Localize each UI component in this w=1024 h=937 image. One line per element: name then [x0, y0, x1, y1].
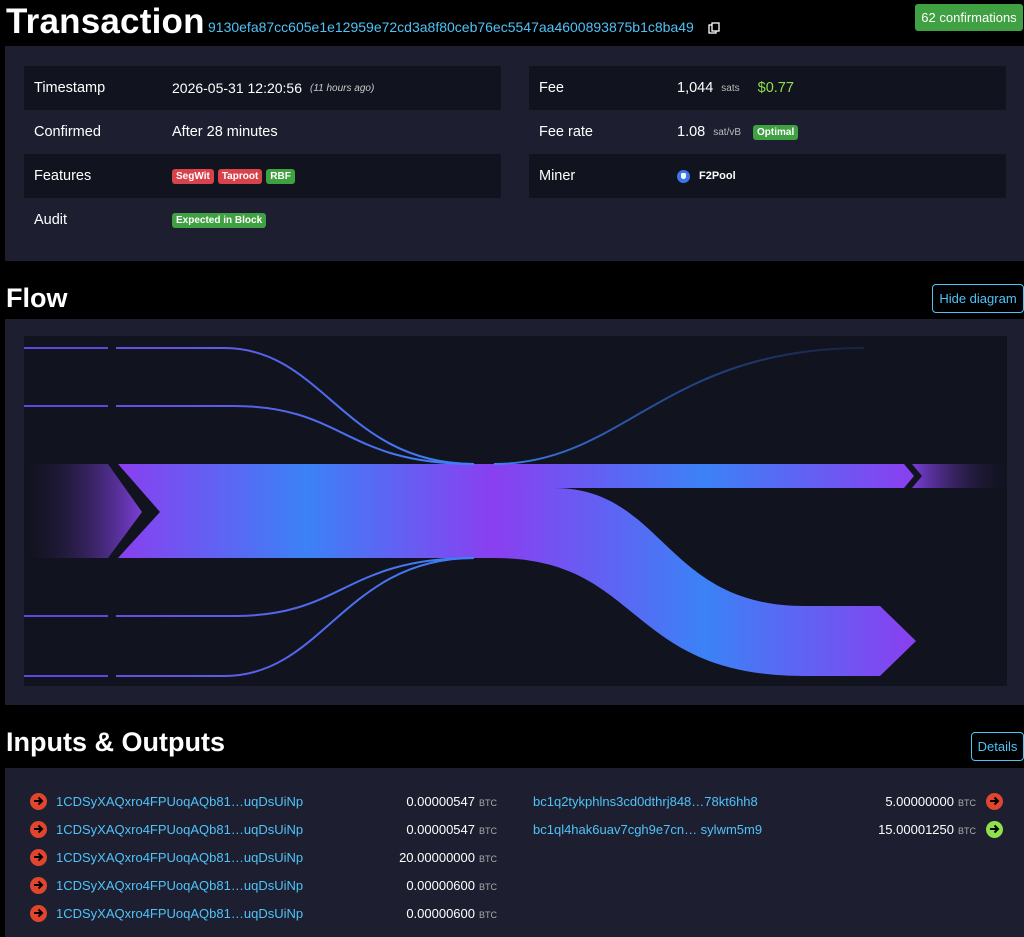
audit-row: Audit Expected in Block: [24, 198, 501, 242]
input-address[interactable]: 1CDSyXAQxro4FPUoqAQb81…uqDsUiNp: [56, 878, 303, 893]
fee-rate-row: Fee rate 1.08 sat/vB Optimal: [529, 110, 1006, 154]
feature-rbf-tag[interactable]: RBF: [266, 168, 295, 184]
spent-arrow-icon[interactable]: [30, 792, 47, 810]
output-address[interactable]: bc1ql4hak6uav7cgh9e7cn… sylwm5m9: [533, 822, 762, 837]
features-row: Features SegWit Taproot RBF: [24, 154, 501, 198]
spent-arrow-icon[interactable]: [30, 848, 47, 866]
fee-label: Fee: [539, 80, 564, 96]
timestamp-row: Timestamp 2026-05-31 12:20:56 (11 hours …: [24, 66, 501, 110]
input-amount: 0.00000547: [406, 793, 475, 809]
f2pool-icon: [677, 169, 690, 183]
fee-value: 1,044: [677, 80, 714, 96]
input-address[interactable]: 1CDSyXAQxro4FPUoqAQb81…uqDsUiNp: [56, 794, 303, 809]
spent-arrow-icon[interactable]: [30, 820, 47, 838]
inputs-outputs-title: Inputs & Outputs: [6, 727, 225, 757]
input-amount: 0.00000600: [406, 905, 475, 921]
audit-label: Audit: [34, 212, 68, 228]
input-address[interactable]: 1CDSyXAQxro4FPUoqAQb81…uqDsUiNp: [56, 822, 303, 837]
feature-segwit-tag[interactable]: SegWit: [172, 168, 214, 184]
fee-rate-value: 1.08: [677, 124, 706, 140]
inputs-outputs-panel: 1CDSyXAQxro4FPUoqAQb81…uqDsUiNp 0.000005…: [5, 768, 1024, 937]
flow-input-large-band[interactable]: [118, 464, 494, 558]
flow-output-1-stub[interactable]: [912, 464, 1007, 488]
input-address[interactable]: 1CDSyXAQxro4FPUoqAQb81…uqDsUiNp: [56, 850, 303, 865]
input-amount: 20.00000000: [399, 849, 475, 865]
audit-badge[interactable]: Expected in Block: [172, 212, 267, 228]
confirmed-row: Confirmed After 28 minutes: [24, 110, 501, 154]
flow-output-1-band[interactable]: [494, 464, 914, 488]
btc-unit: BTC: [479, 853, 497, 864]
btc-unit: BTC: [479, 909, 497, 920]
details-button[interactable]: Details: [971, 732, 1024, 761]
input-amount: 0.00000600: [406, 877, 475, 893]
spent-arrow-icon[interactable]: [986, 792, 1003, 810]
miner-value[interactable]: F2Pool: [699, 170, 736, 182]
confirmed-value: After 28 minutes: [172, 124, 278, 140]
miner-row: Miner F2Pool: [529, 154, 1006, 198]
output-amount: 5.00000000: [885, 793, 954, 809]
btc-unit: BTC: [958, 797, 976, 808]
btc-unit: BTC: [479, 797, 497, 808]
input-row: 1CDSyXAQxro4FPUoqAQb81…uqDsUiNp 0.000006…: [5, 875, 505, 895]
fee-rate-badge: Optimal: [753, 124, 799, 140]
timestamp-value: 2026-05-31 12:20:56: [172, 80, 302, 96]
btc-unit: BTC: [479, 825, 497, 836]
output-address[interactable]: bc1q2tykphlns3cd0dthrj848…78kt6hh8: [533, 794, 758, 809]
spent-arrow-icon[interactable]: [30, 876, 47, 894]
input-row: 1CDSyXAQxro4FPUoqAQb81…uqDsUiNp 0.000005…: [5, 819, 505, 839]
output-row: bc1q2tykphlns3cd0dthrj848…78kt6hh8 5.000…: [533, 791, 1024, 811]
output-amount: 15.00001250: [878, 821, 954, 837]
page-title: Transaction: [6, 2, 205, 41]
input-amount: 0.00000547: [406, 821, 475, 837]
fee-usd: $0.77: [757, 80, 794, 96]
transaction-details-panel: Timestamp 2026-05-31 12:20:56 (11 hours …: [5, 46, 1024, 261]
input-address[interactable]: 1CDSyXAQxro4FPUoqAQb81…uqDsUiNp: [56, 906, 303, 921]
copy-icon[interactable]: [708, 22, 720, 34]
feature-taproot-tag[interactable]: Taproot: [217, 168, 263, 184]
fee-unit: sats: [721, 82, 740, 94]
flow-title: Flow: [6, 283, 68, 313]
fee-row: Fee 1,044 sats $0.77: [529, 66, 1006, 110]
transaction-id-link[interactable]: 9130efa87cc605e1e12959e72cd3a8f80ceb76ec…: [208, 19, 694, 35]
confirmations-badge: 62 confirmations: [915, 4, 1023, 31]
output-row: bc1ql4hak6uav7cgh9e7cn… sylwm5m9 15.0000…: [533, 819, 1024, 839]
input-row: 1CDSyXAQxro4FPUoqAQb81…uqDsUiNp 0.000005…: [5, 791, 505, 811]
spent-arrow-icon[interactable]: [30, 904, 47, 922]
flow-diagram[interactable]: [24, 336, 1007, 686]
features-label: Features: [34, 168, 92, 184]
fee-rate-unit: sat/vB: [713, 126, 742, 138]
timestamp-label: Timestamp: [34, 80, 106, 96]
btc-unit: BTC: [958, 825, 976, 836]
input-row: 1CDSyXAQxro4FPUoqAQb81…uqDsUiNp 0.000006…: [5, 903, 505, 923]
miner-label: Miner: [539, 168, 576, 184]
hide-diagram-button[interactable]: Hide diagram: [932, 284, 1024, 313]
timestamp-ago: (11 hours ago): [310, 82, 375, 94]
confirmed-label: Confirmed: [34, 124, 101, 140]
btc-unit: BTC: [479, 881, 497, 892]
input-row: 1CDSyXAQxro4FPUoqAQb81…uqDsUiNp 20.00000…: [5, 847, 505, 867]
unspent-arrow-icon[interactable]: [986, 820, 1003, 838]
fee-rate-label: Fee rate: [539, 124, 593, 140]
